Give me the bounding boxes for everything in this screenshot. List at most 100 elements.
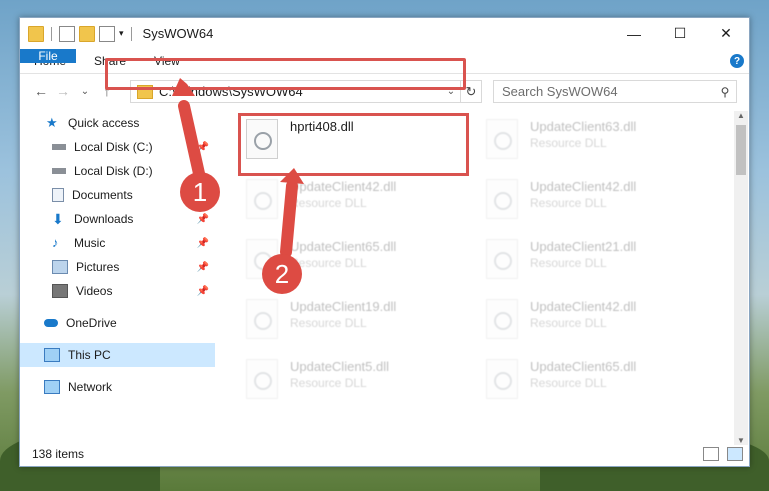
chevron-down-icon[interactable]: ▾ (119, 28, 124, 39)
file-item[interactable]: UpdateClient63.dll Resource DLL (486, 119, 636, 159)
file-type: Resource DLL (290, 316, 367, 330)
computer-icon (44, 348, 60, 362)
file-type: Resource DLL (290, 256, 367, 270)
dll-file-icon (246, 179, 278, 219)
navigation-pane: ★ Quick access Local Disk (C:) 📌 Local D… (20, 111, 215, 441)
pin-icon: 📌 (196, 237, 209, 249)
file-name: UpdateClient65.dll (290, 239, 397, 254)
sidebar-item-label: Downloads (74, 212, 134, 226)
sidebar-item-label: OneDrive (66, 316, 117, 330)
file-name: UpdateClient42.dll (530, 299, 637, 314)
help-icon: ? (730, 54, 744, 68)
forward-button[interactable]: → (52, 83, 74, 99)
file-type: Resource DLL (530, 376, 607, 390)
file-item[interactable]: UpdateClient21.dll Resource DLL (486, 239, 636, 279)
file-name: UpdateClient5.dll (290, 359, 390, 374)
sidebar-item-label: Local Disk (C:) (74, 140, 153, 154)
close-button[interactable]: ✕ (703, 18, 749, 49)
file-item[interactable]: UpdateClient42.dll Resource DLL (486, 179, 636, 219)
sidebar-item-label: This PC (68, 348, 111, 362)
file-highlight (238, 113, 469, 176)
new-folder-icon[interactable] (79, 25, 95, 42)
recent-locations-button[interactable]: ⌄ (74, 86, 96, 97)
videos-icon (52, 284, 68, 298)
pin-icon: 📌 (196, 285, 209, 297)
file-item[interactable]: UpdateClient65.dll Resource DLL (486, 359, 636, 399)
vertical-scrollbar[interactable]: ▲ ▼ (734, 111, 748, 445)
pictures-icon (52, 260, 68, 274)
dll-file-icon (486, 239, 518, 279)
download-icon: ⬇ (52, 211, 64, 227)
sidebar-item-label: Local Disk (D:) (74, 164, 153, 178)
maximize-button[interactable]: ☐ (657, 18, 703, 49)
help-button[interactable]: ? (725, 49, 749, 73)
dll-file-icon (246, 299, 278, 339)
file-item[interactable]: UpdateClient42.dll Resource DLL (246, 179, 396, 219)
sidebar-item-label: Videos (76, 284, 113, 298)
quick-access-toolbar: ▾ (28, 25, 135, 42)
sidebar-item-label: Network (68, 380, 113, 394)
sidebar-item-music[interactable]: ♪ Music 📌 (20, 231, 215, 255)
cloud-icon (44, 319, 58, 327)
dll-file-icon (486, 299, 518, 339)
sidebar-item-downloads[interactable]: ⬇ Downloads 📌 (20, 207, 215, 231)
dll-file-icon (486, 359, 518, 399)
address-bar-highlight (105, 58, 466, 90)
file-name: UpdateClient19.dll (290, 299, 397, 314)
scrollbar-thumb[interactable] (736, 125, 746, 175)
dll-file-icon (246, 359, 278, 399)
drive-icon (52, 144, 66, 150)
window-title: SysWOW64 (142, 26, 214, 41)
file-name: UpdateClient65.dll (530, 359, 637, 374)
sidebar-item-label: Music (74, 236, 106, 250)
network-icon (44, 380, 60, 394)
pin-icon: 📌 (196, 261, 209, 273)
star-icon: ★ (46, 115, 58, 130)
properties-icon[interactable] (59, 25, 75, 42)
tab-file[interactable]: File (20, 49, 76, 63)
sidebar-item-videos[interactable]: Videos 📌 (20, 279, 215, 303)
file-type: Resource DLL (530, 316, 607, 330)
sidebar-item-pictures[interactable]: Pictures 📌 (20, 255, 215, 279)
divider (51, 26, 52, 41)
large-icons-view-icon[interactable] (727, 447, 743, 461)
file-type: Resource DLL (530, 136, 607, 150)
search-icon[interactable]: ⚲ (714, 85, 736, 99)
divider (130, 26, 132, 41)
sidebar-item-network[interactable]: Network (20, 375, 215, 399)
pin-icon: 📌 (196, 213, 209, 225)
customize-toolbar-icon[interactable] (99, 25, 115, 42)
music-icon: ♪ (52, 235, 59, 250)
file-name: UpdateClient42.dll (290, 179, 397, 194)
sidebar-item-onedrive[interactable]: OneDrive (20, 311, 215, 335)
pin-icon: 📌 (196, 141, 209, 153)
file-item[interactable]: UpdateClient5.dll Resource DLL (246, 359, 389, 399)
sidebar-item-this-pc[interactable]: This PC (20, 343, 215, 367)
dll-file-icon (486, 179, 518, 219)
scroll-up-icon[interactable]: ▲ (734, 111, 748, 120)
callout-2: 2 (262, 254, 302, 294)
item-count: 138 items (32, 447, 85, 461)
file-item[interactable]: UpdateClient42.dll Resource DLL (486, 299, 636, 339)
file-item[interactable]: UpdateClient19.dll Resource DLL (246, 299, 396, 339)
drive-icon (52, 168, 66, 174)
status-bar: 138 items (20, 442, 749, 466)
sidebar-item-local-disk-c[interactable]: Local Disk (C:) 📌 (20, 135, 215, 159)
sidebar-item-label: Quick access (68, 116, 140, 130)
document-icon (52, 188, 64, 202)
details-view-icon[interactable] (703, 447, 719, 461)
file-type: Resource DLL (290, 196, 367, 210)
minimize-button[interactable]: — (611, 18, 657, 49)
search-box[interactable]: Search SysWOW64 ⚲ (493, 80, 737, 103)
callout-1: 1 (180, 172, 220, 212)
file-type: Resource DLL (290, 376, 367, 390)
file-name: UpdateClient42.dll (530, 179, 637, 194)
file-type: Resource DLL (530, 196, 607, 210)
search-input[interactable]: Search SysWOW64 (494, 84, 714, 99)
sidebar-item-label: Pictures (76, 260, 120, 274)
back-button[interactable]: ← (30, 83, 52, 99)
file-name: UpdateClient63.dll (530, 119, 637, 134)
sidebar-item-quick-access[interactable]: ★ Quick access (20, 111, 215, 135)
file-type: Resource DLL (530, 256, 607, 270)
title-bar: ▾ SysWOW64 — ☐ ✕ (20, 18, 749, 49)
